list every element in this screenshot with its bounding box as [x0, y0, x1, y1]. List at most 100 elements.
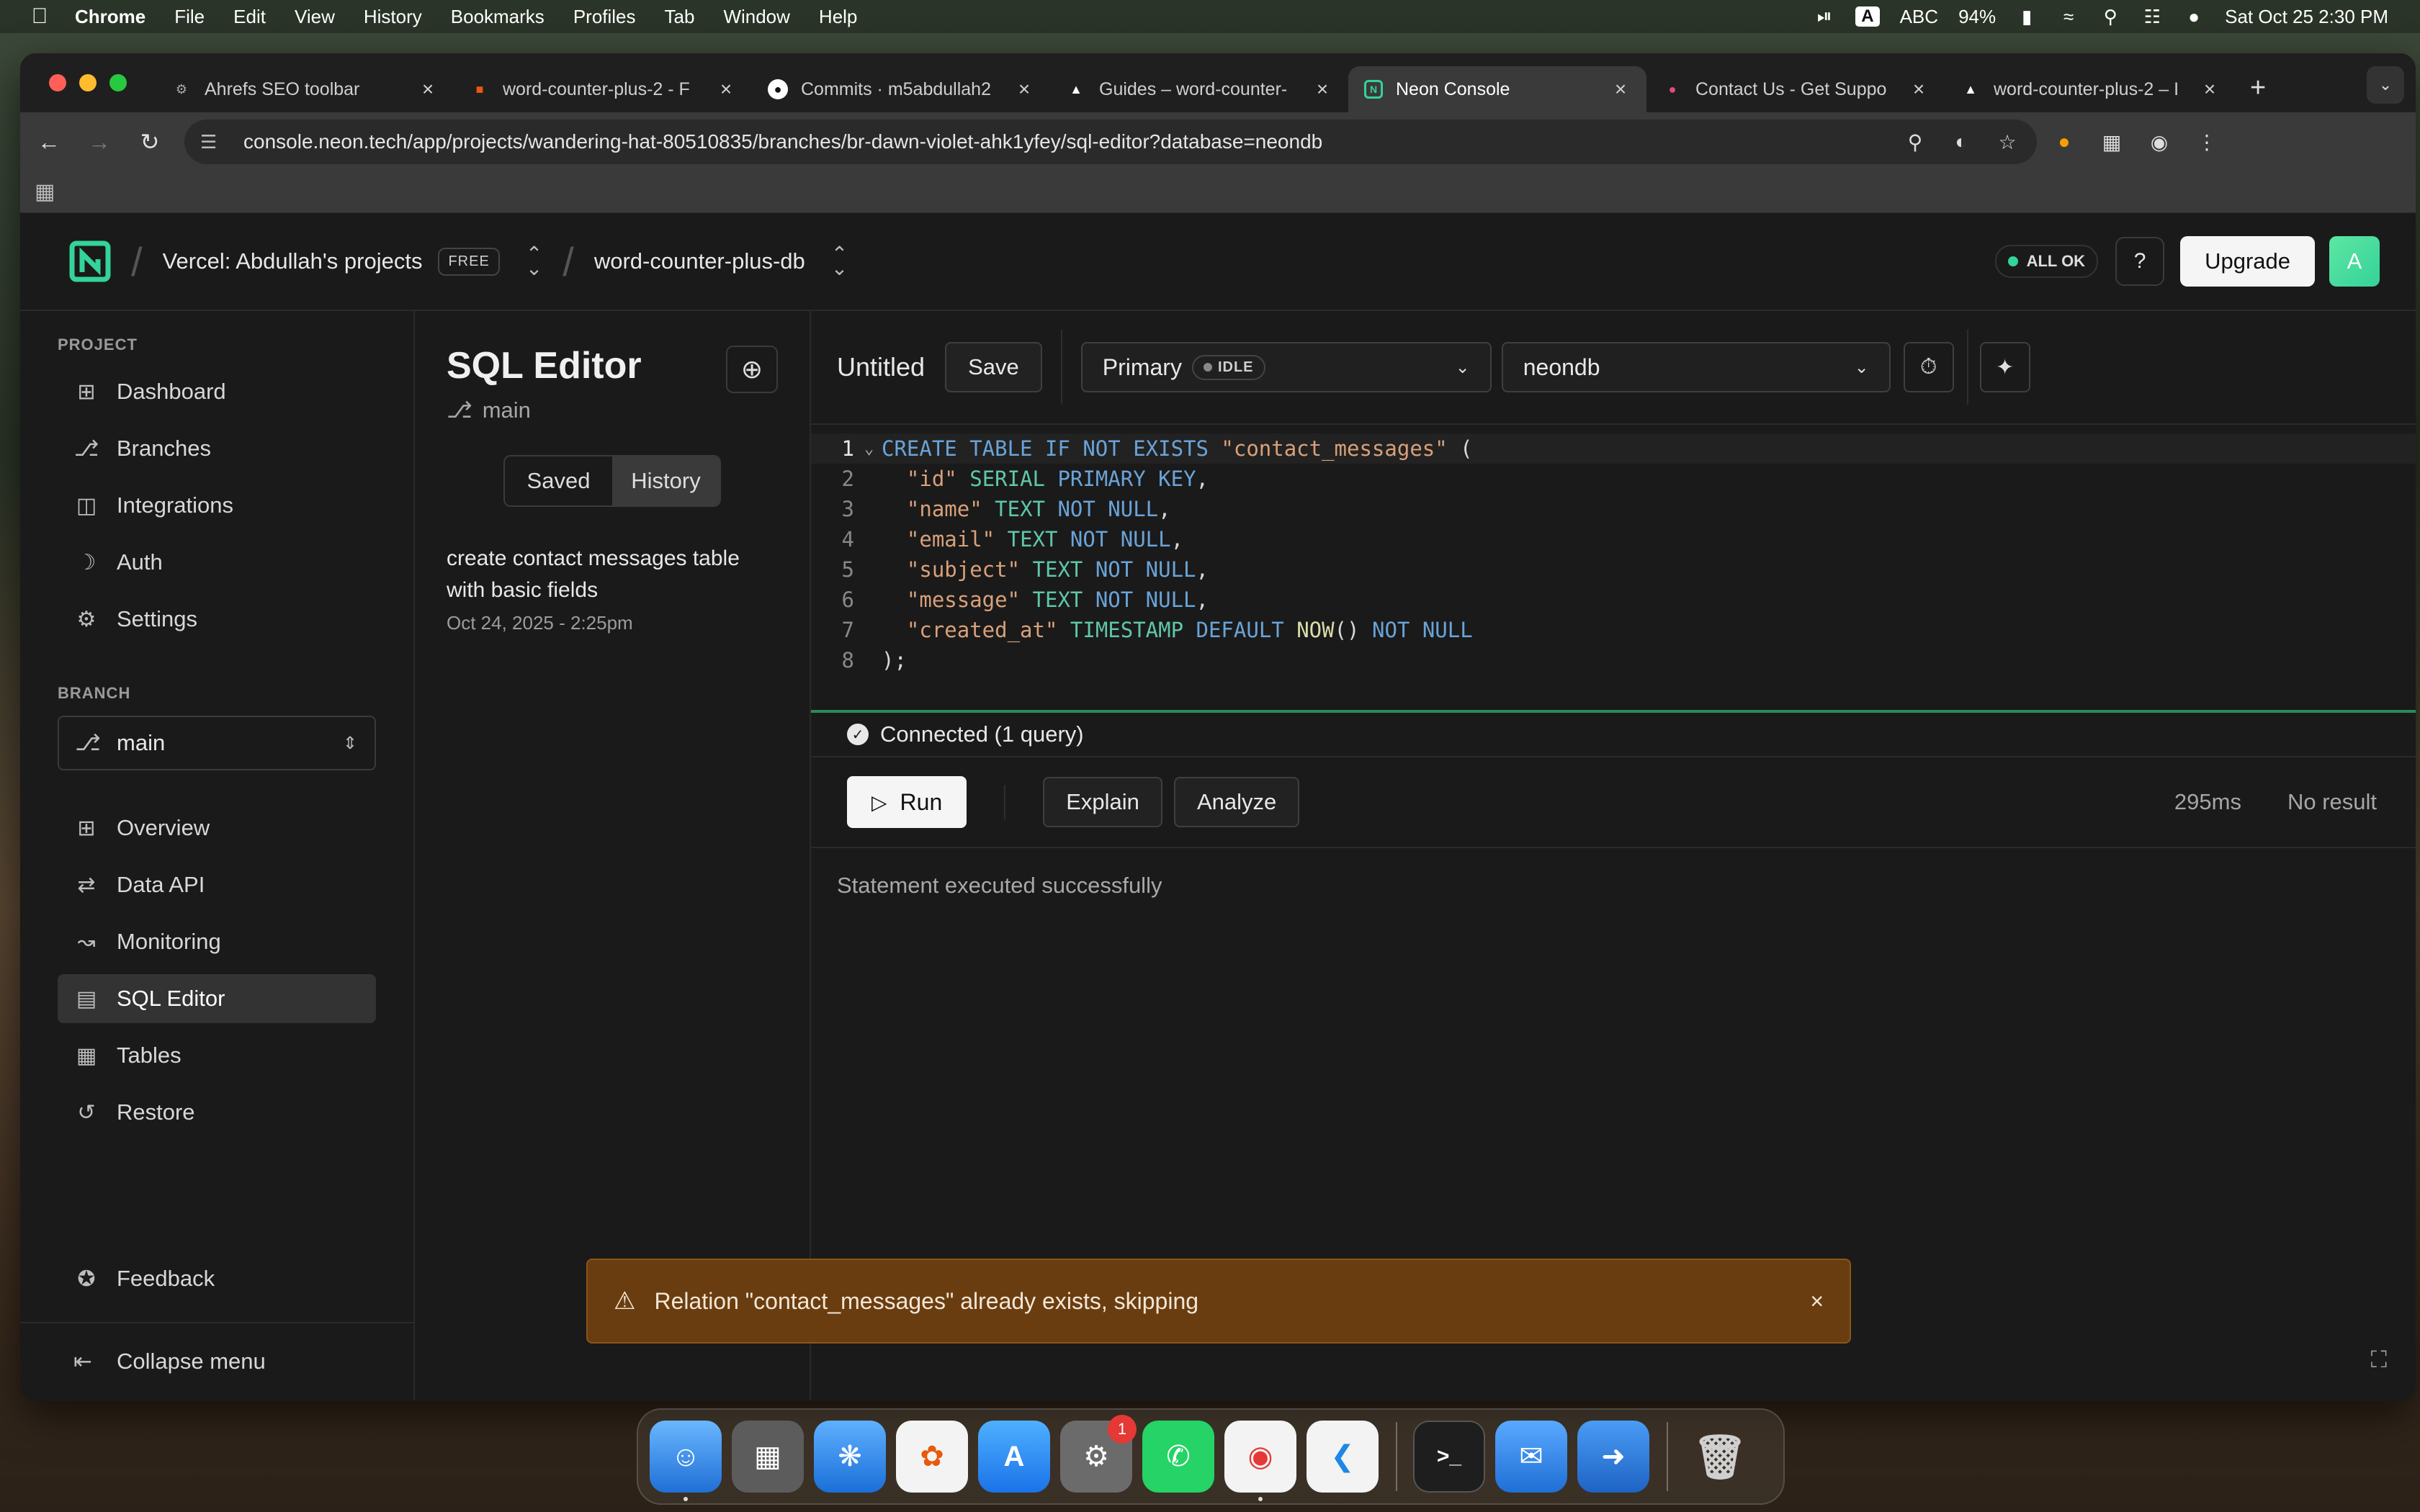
menu-view[interactable]: View — [295, 6, 335, 28]
new-tab-icon[interactable]: + — [2250, 73, 2266, 104]
browser-tab-active[interactable]: N Neon Console × — [1348, 66, 1646, 112]
chrome-icon[interactable]: ◉ — [1224, 1421, 1296, 1501]
new-query-plus-icon[interactable]: ⊕ — [726, 346, 778, 393]
close-tab-icon[interactable]: × — [716, 78, 736, 101]
apple-menu-icon[interactable]:  — [29, 4, 50, 28]
battery-icon[interactable]: ▮ — [2016, 6, 2038, 27]
menu-help[interactable]: Help — [819, 6, 857, 28]
menu-history[interactable]: History — [364, 6, 422, 28]
menu-file[interactable]: File — [174, 6, 205, 28]
menu-datetime[interactable]: Sat Oct 25 2:30 PM — [2225, 6, 2388, 28]
reload-icon[interactable]: ↻ — [128, 120, 171, 163]
close-tab-icon[interactable]: × — [1610, 78, 1631, 101]
ai-sparkle-icon[interactable]: ✦ — [1979, 342, 2030, 392]
menu-window[interactable]: Window — [723, 6, 789, 28]
sidebar-item-branches[interactable]: ⎇ Branches — [58, 424, 376, 473]
wifi-icon[interactable]: ≈ — [2058, 6, 2079, 27]
neon-logo-icon[interactable] — [69, 240, 111, 282]
org-name[interactable]: Vercel: Abdullah's projects — [163, 248, 423, 274]
sidebar-item-tables[interactable]: ▦ Tables — [58, 1031, 376, 1080]
collapse-menu-button[interactable]: ⇤ Collapse menu — [20, 1322, 413, 1400]
mail-icon[interactable]: ✉ — [1495, 1421, 1567, 1493]
status-badge[interactable]: ALL OK — [1994, 245, 2099, 278]
org-switcher-icon[interactable]: ⌃ ⌄ — [526, 244, 542, 279]
url-text[interactable]: console.neon.tech/app/projects/wandering… — [243, 130, 1899, 153]
analyze-button[interactable]: Analyze — [1173, 777, 1300, 827]
run-button[interactable]: ▷ Run — [847, 776, 967, 828]
sidebar-item-settings[interactable]: ⚙ Settings — [58, 595, 376, 644]
safari-icon[interactable]: ❋ — [814, 1421, 886, 1493]
project-switcher-icon[interactable]: ⌃ ⌄ — [831, 244, 848, 279]
help-button[interactable]: ? — [2115, 237, 2165, 286]
whatsapp-icon[interactable]: ✆ — [1142, 1421, 1214, 1493]
zoom-icon[interactable]: ⚲ — [1899, 130, 1932, 154]
migration-icon[interactable]: ➜ — [1577, 1421, 1649, 1493]
browser-tab[interactable]: ■ word-counter-plus-2 - F × — [454, 66, 752, 112]
sidebar-item-overview[interactable]: ⊞ Overview — [58, 804, 376, 852]
play-status-icon[interactable]: ⏯ — [1814, 5, 1835, 27]
menu-bookmarks[interactable]: Bookmarks — [451, 6, 544, 28]
menu-profiles[interactable]: Profiles — [573, 6, 636, 28]
browser-tab[interactable]: ⚙ Ahrefs SEO toolbar × — [156, 66, 454, 112]
browser-tab[interactable]: ▲ Guides – word-counter- × — [1050, 66, 1348, 112]
siri-icon[interactable]: ● — [2183, 6, 2205, 27]
tab-saved[interactable]: Saved — [505, 456, 612, 505]
close-tab-icon[interactable]: × — [1909, 78, 1929, 101]
photos-icon[interactable]: ✿ — [896, 1421, 968, 1493]
fold-chevron-icon[interactable]: ⌄ — [864, 440, 877, 458]
close-toast-icon[interactable]: × — [1810, 1288, 1824, 1315]
apps-grid-icon[interactable]: ▦ — [35, 179, 55, 204]
feedback-button[interactable]: ✪ Feedback — [58, 1254, 376, 1303]
control-center-icon[interactable]: ☷ — [2141, 6, 2163, 27]
expand-icon[interactable]: ⛶ — [2371, 1346, 2387, 1374]
avatar[interactable]: A — [2329, 236, 2380, 287]
close-tab-icon[interactable]: × — [1014, 78, 1034, 101]
browser-menu-icon[interactable]: ⋮ — [2187, 122, 2227, 162]
browser-tab[interactable]: ● Commits · m5abdullah2 × — [752, 66, 1050, 112]
close-tab-icon[interactable]: × — [1312, 78, 1332, 101]
code-editor[interactable]: 1 ⌄ CREATE TABLE IF NOT EXISTS "contact_… — [811, 425, 2416, 713]
compute-select[interactable]: Primary IDLE ⌄ — [1080, 342, 1492, 392]
history-item[interactable]: create contact messages table with basic… — [447, 543, 778, 634]
close-tab-icon[interactable]: × — [2200, 78, 2220, 101]
eye-slash-icon[interactable]: ◐ — [1945, 130, 1978, 153]
sidebar-item-dashboard[interactable]: ⊞ Dashboard — [58, 367, 376, 416]
upgrade-button[interactable]: Upgrade — [2180, 236, 2315, 287]
minimize-window-button[interactable] — [79, 74, 97, 91]
finder-icon[interactable]: ☺ — [650, 1421, 722, 1501]
tab-search-chevron-icon[interactable]: ⌄ — [2367, 66, 2404, 104]
sidebar-item-data-api[interactable]: ⇄ Data API — [58, 860, 376, 909]
address-bar[interactable]: ☰ console.neon.tech/app/projects/wanderi… — [184, 120, 2037, 164]
browser-tab[interactable]: ▲ word-counter-plus-2 – I × — [1945, 66, 2236, 112]
site-info-icon[interactable]: ☰ — [200, 131, 229, 153]
terminal-icon[interactable]: >_ — [1413, 1421, 1485, 1493]
zoom-window-button[interactable] — [109, 74, 127, 91]
tab-history[interactable]: History — [612, 456, 720, 505]
app-store-icon[interactable]: A — [978, 1421, 1050, 1493]
database-select[interactable]: neondb ⌄ — [1501, 342, 1891, 392]
menu-edit[interactable]: Edit — [233, 6, 266, 28]
sidebar-item-sql-editor[interactable]: ▤ SQL Editor — [58, 974, 376, 1023]
system-settings-icon[interactable]: ⚙ 1 — [1060, 1415, 1137, 1493]
close-tab-icon[interactable]: × — [418, 78, 438, 101]
explain-button[interactable]: Explain — [1043, 777, 1162, 827]
profile-icon[interactable]: ◉ — [2139, 122, 2179, 162]
project-name[interactable]: word-counter-plus-db — [594, 248, 805, 274]
sidebar-item-monitoring[interactable]: ↝ Monitoring — [58, 917, 376, 966]
spotlight-search-icon[interactable]: ⚲ — [2099, 6, 2121, 27]
menu-tab[interactable]: Tab — [665, 6, 695, 28]
save-button[interactable]: Save — [945, 342, 1042, 392]
extensions-puzzle-icon[interactable]: ▦ — [2092, 122, 2132, 162]
menu-app-name[interactable]: Chrome — [75, 6, 145, 28]
sidebar-item-auth[interactable]: ☽ Auth — [58, 538, 376, 587]
query-name[interactable]: Untitled — [837, 352, 925, 382]
sidebar-item-integrations[interactable]: ◫ Integrations — [58, 481, 376, 530]
sidebar-item-restore[interactable]: ↺ Restore — [58, 1088, 376, 1137]
extension-icon[interactable]: ● — [2044, 122, 2084, 162]
vscode-icon[interactable]: ❮ — [1307, 1421, 1379, 1493]
launchpad-icon[interactable]: ▦ — [732, 1421, 804, 1493]
bookmark-star-icon[interactable]: ☆ — [1991, 130, 2024, 154]
browser-tab[interactable]: ● Contact Us - Get Suppo × — [1646, 66, 1945, 112]
back-arrow-icon[interactable]: ← — [27, 120, 71, 163]
trash-icon[interactable]: 🗑 — [1684, 1421, 1756, 1493]
